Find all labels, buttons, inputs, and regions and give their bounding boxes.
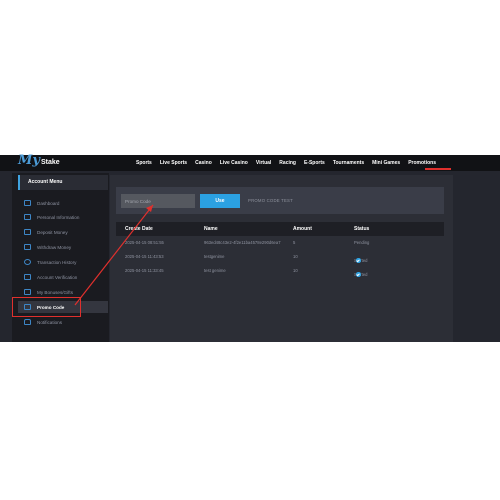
history-icon — [24, 259, 31, 265]
promo-code-input[interactable] — [121, 194, 195, 208]
use-button[interactable]: Use — [200, 194, 240, 208]
nav-racing[interactable]: Racing — [279, 160, 296, 166]
cell-name: testgenime — [204, 254, 225, 259]
sidebar-item-label: Notifications — [37, 319, 63, 325]
dashboard-icon — [24, 200, 31, 206]
logo-stake: Stake — [40, 159, 60, 166]
account-menu-header: Account Menu — [18, 175, 108, 190]
table-header: Create Date Name Amount Status — [116, 222, 444, 236]
table-row: 2025-04-15 11:43:53 testgenime 10 Starte… — [116, 250, 444, 264]
cell-name: 963ed48c43e2-4f2e11ba4578e290d6ea7 — [204, 240, 281, 245]
promo-code-test-label: PROMO CODE TEST — [248, 198, 293, 203]
header-amount: Amount — [293, 226, 312, 232]
sidebar-item-transaction-history[interactable]: Transaction History — [24, 256, 108, 268]
account-menu-title: Account Menu — [28, 179, 63, 185]
table-row: 2025-04-15 08:51:55 963ed48c43e2-4f2e11b… — [116, 236, 444, 250]
logo[interactable]: My Stake — [18, 153, 60, 169]
check-box-icon — [24, 274, 31, 280]
header-status: Status — [354, 226, 370, 232]
cell-amount: 5 — [293, 240, 296, 245]
sidebar-item-label: Withdraw Money — [37, 244, 72, 250]
sidebar-item-personal-information[interactable]: Personal Information — [24, 211, 108, 223]
promo-code-table: Create Date Name Amount Status 2025-04-1… — [116, 222, 444, 278]
cell-amount: 10 — [293, 268, 298, 273]
main-nav: Sports Live Sports Casino Live Casino Vi… — [136, 155, 436, 171]
sidebar-item-account-verification[interactable]: Account Verification — [24, 271, 108, 283]
nav-tournaments[interactable]: Tournaments — [333, 160, 364, 166]
nav-esports[interactable]: E-Sports — [304, 160, 325, 166]
sidebar-item-label: Account Verification — [37, 274, 78, 280]
sidebar-item-label: Personal Information — [37, 214, 80, 220]
sidebar-item-label: Deposit Money — [37, 229, 68, 235]
cell-date: 2025-04-15 11:43:53 — [125, 254, 164, 259]
sidebar-item-label: Transaction History — [37, 259, 77, 265]
nav-live-casino[interactable]: Live Casino — [220, 160, 248, 166]
cell-amount: 10 — [293, 254, 298, 259]
cell-status: Pending — [354, 240, 370, 245]
id-card-icon — [24, 214, 31, 220]
sidebar-item-label: My Bonuses/Gifts — [37, 289, 73, 295]
cell-date: 2025-04-15 11:33:45 — [125, 268, 164, 273]
nav-sports[interactable]: Sports — [136, 160, 152, 166]
sidebar-item-deposit-money[interactable]: Deposit Money — [24, 226, 108, 238]
nav-live-sports[interactable]: Live Sports — [160, 160, 187, 166]
nav-casino[interactable]: Casino — [195, 160, 212, 166]
wallet-icon — [24, 244, 31, 250]
sidebar-item-withdraw-money[interactable]: Withdraw Money — [24, 241, 108, 253]
header-create-date: Create Date — [125, 226, 153, 232]
nav-promotions[interactable]: Promotions — [408, 160, 436, 166]
card-icon — [24, 229, 31, 235]
check-circle-icon — [356, 272, 361, 277]
promotions-underline — [425, 168, 451, 170]
logo-my: My — [18, 153, 40, 168]
gift-icon — [24, 289, 31, 295]
header-name: Name — [204, 226, 218, 232]
promo-code-highlight-box — [12, 297, 81, 317]
bell-icon — [24, 319, 31, 325]
nav-virtual[interactable]: Virtual — [256, 160, 271, 166]
table-row: 2025-04-15 11:33:45 test genime 10 Start… — [116, 264, 444, 278]
cell-date: 2025-04-15 08:51:55 — [125, 240, 164, 245]
sidebar-item-label: Dashboard — [37, 200, 60, 206]
nav-mini-games[interactable]: Mini Games — [372, 160, 400, 166]
sidebar-item-notifications[interactable]: Notifications — [24, 316, 108, 328]
sidebar-item-dashboard[interactable]: Dashboard — [24, 197, 108, 209]
cell-name: test genime — [204, 268, 226, 273]
check-circle-icon — [356, 258, 361, 263]
